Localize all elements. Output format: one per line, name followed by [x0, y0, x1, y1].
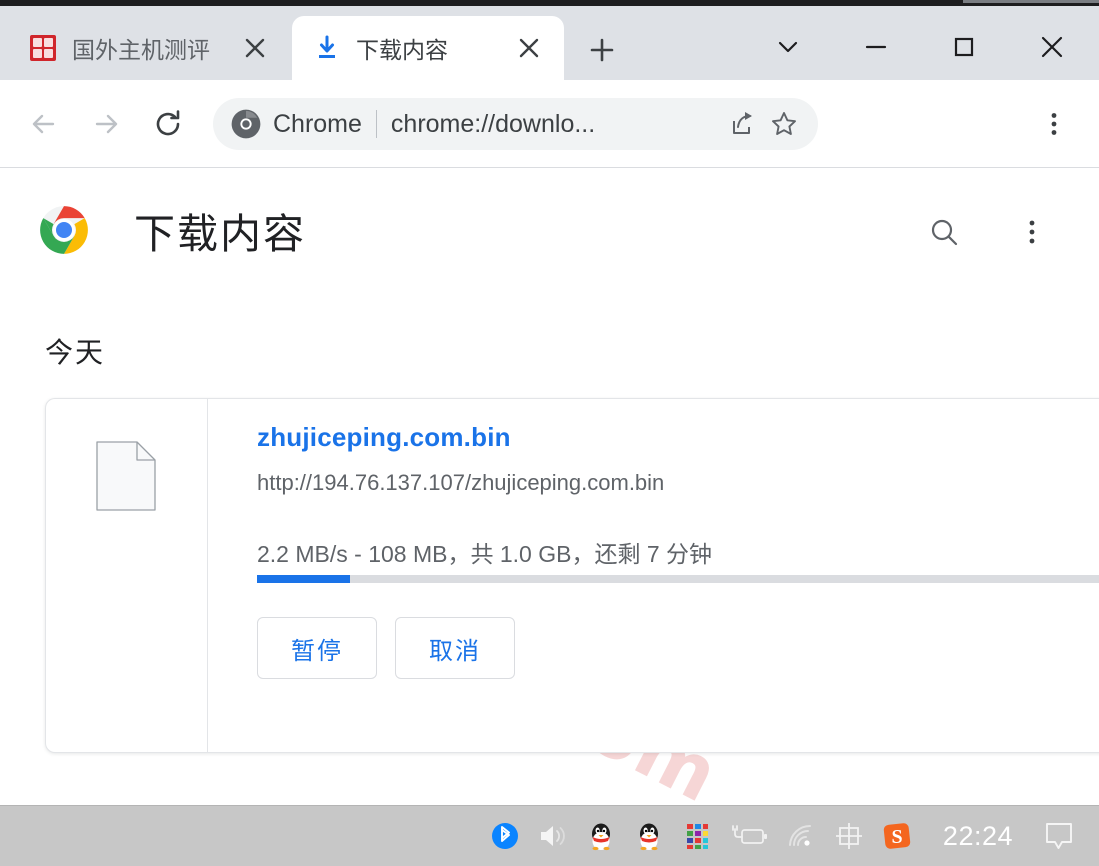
- back-button[interactable]: [20, 100, 68, 148]
- close-icon[interactable]: [516, 35, 542, 61]
- download-source-url: http://194.76.137.107/zhujiceping.com.bi…: [257, 470, 665, 495]
- download-progress-bar: [257, 575, 1099, 583]
- maximize-icon[interactable]: [920, 16, 1008, 78]
- ime-chinese-icon[interactable]: [825, 811, 873, 861]
- omnibox-chrome-label: Chrome: [273, 109, 362, 138]
- bluetooth-icon[interactable]: [481, 811, 529, 861]
- wifi-icon[interactable]: [777, 811, 825, 861]
- battery-charging-icon[interactable]: [721, 811, 777, 861]
- svg-text:S: S: [891, 826, 902, 848]
- new-tab-button[interactable]: [582, 30, 622, 70]
- download-file-name-link[interactable]: zhujiceping.com.bin: [257, 422, 511, 453]
- download-item-card: zhujiceping.com.bin http://194.76.137.10…: [45, 398, 1099, 753]
- section-label-today: 今天: [45, 337, 106, 368]
- tab-active[interactable]: 下载内容: [292, 16, 564, 80]
- download-details: zhujiceping.com.bin http://194.76.137.10…: [257, 399, 1099, 752]
- address-bar[interactable]: Chrome chrome://downlo...: [213, 98, 818, 150]
- chrome-logo-icon: [231, 109, 261, 139]
- taskbar-clock[interactable]: 22:24: [921, 821, 1031, 852]
- tab-search-chevron-down-icon[interactable]: [744, 16, 832, 78]
- downloads-page: zhujiceping.com 下载内容: [0, 168, 1099, 805]
- tab-inactive[interactable]: 国外主机测评: [8, 16, 290, 80]
- system-tray: S 22:24: [481, 811, 1099, 861]
- download-action-buttons: 暂停 取消: [257, 617, 515, 679]
- generic-file-icon: [96, 441, 156, 511]
- tab-title: 下载内容: [356, 37, 448, 63]
- search-icon[interactable]: [924, 212, 964, 252]
- pause-button[interactable]: 暂停: [257, 617, 377, 679]
- reload-button[interactable]: [144, 100, 192, 148]
- chrome-logo-icon: [38, 204, 90, 256]
- kebab-menu-icon[interactable]: [1012, 212, 1052, 252]
- star-icon[interactable]: [766, 106, 802, 142]
- page-title: 下载内容: [134, 211, 306, 257]
- share-icon[interactable]: [724, 106, 760, 142]
- window-top-edge-right: [963, 0, 1099, 3]
- omnibox-url-text[interactable]: chrome://downlo...: [391, 110, 724, 139]
- system-taskbar: S 22:24: [0, 805, 1099, 866]
- cancel-button[interactable]: 取消: [395, 617, 515, 679]
- downloads-header: 下载内容: [0, 182, 1099, 272]
- kebab-menu-icon[interactable]: [1034, 104, 1074, 144]
- qq-penguin-icon-2[interactable]: [625, 811, 673, 861]
- minimize-icon[interactable]: [832, 16, 920, 78]
- close-icon[interactable]: [242, 35, 268, 61]
- sogou-icon[interactable]: S: [873, 811, 921, 861]
- forward-button[interactable]: [82, 100, 130, 148]
- download-status-text: 2.2 MB/s - 108 MB，共 1.0 GB，还剩 7 分钟: [257, 541, 713, 567]
- window-controls: [744, 16, 1096, 78]
- download-progress-fill: [257, 575, 350, 583]
- volume-icon[interactable]: [529, 811, 577, 861]
- speech-bubble-icon[interactable]: [1031, 811, 1087, 861]
- browser-window: 国外主机测评 下载内容 Chrome chrome://downlo... 下载…: [0, 0, 1099, 866]
- close-icon[interactable]: [1008, 16, 1096, 78]
- color-grid-icon[interactable]: [673, 811, 721, 861]
- red-seal-favicon: [30, 35, 56, 61]
- download-file-icon-column: [46, 399, 208, 752]
- tab-title: 国外主机测评: [72, 37, 210, 63]
- qq-penguin-icon[interactable]: [577, 811, 625, 861]
- download-arrow-icon: [314, 35, 340, 61]
- tab-strip: 国外主机测评 下载内容: [0, 6, 1099, 80]
- browser-toolbar: Chrome chrome://downlo...: [0, 80, 1099, 168]
- omnibox-separator: [375, 110, 377, 138]
